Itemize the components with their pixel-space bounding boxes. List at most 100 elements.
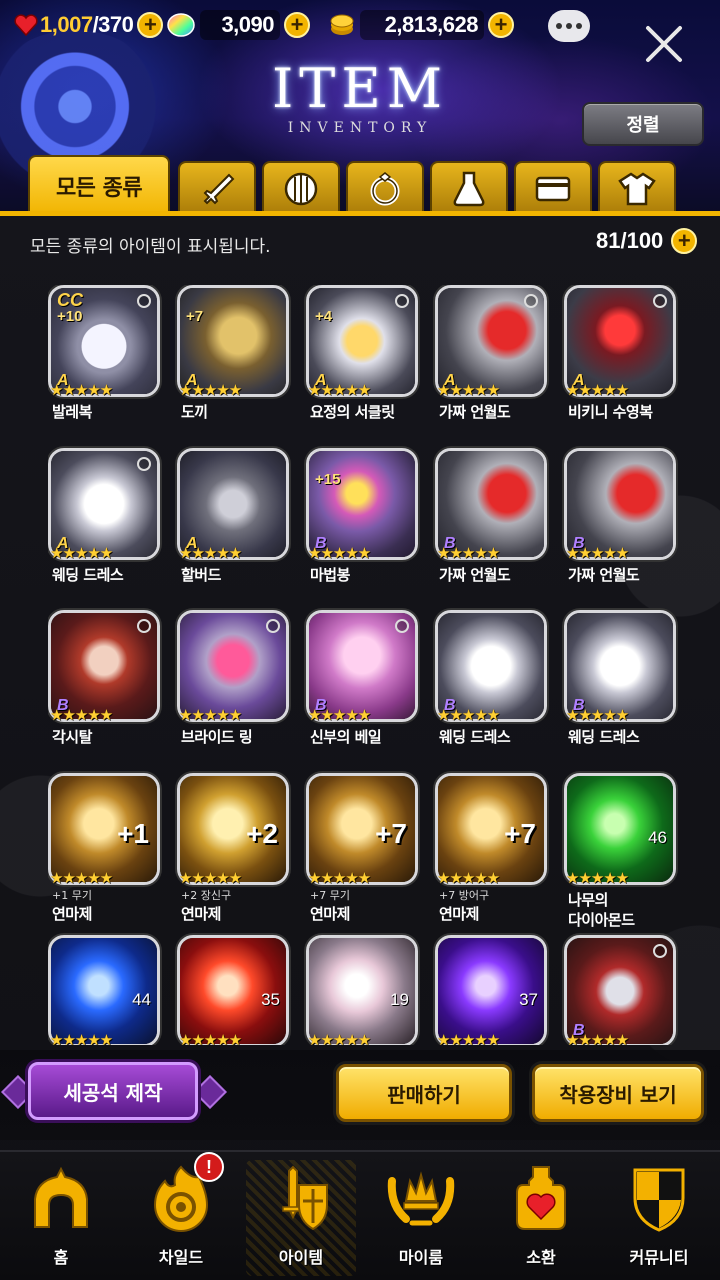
- item-star-rating: ★★★★★: [437, 869, 500, 887]
- item-star-rating: ★★★★★: [308, 381, 371, 399]
- inventory-item[interactable]: B ★★★★★ 신부의 베일: [306, 610, 418, 768]
- item-subtitle: +7 무기: [310, 889, 350, 902]
- chat-button[interactable]: [548, 10, 590, 42]
- item-enhance-level: +4: [315, 308, 333, 325]
- nav-summon[interactable]: 소환: [486, 1160, 596, 1276]
- tab-costume[interactable]: [598, 161, 676, 215]
- inventory-item[interactable]: +7 A ★★★★★ 도끼: [177, 285, 289, 443]
- sell-button[interactable]: 판매하기: [336, 1064, 512, 1122]
- item-star-rating: ★★★★★: [566, 544, 629, 562]
- item-card[interactable]: 44: [48, 935, 160, 1045]
- myroom-icon: [386, 1160, 456, 1236]
- inventory-item[interactable]: +7 ★★★★★ +7 방어구 연마제: [435, 773, 547, 931]
- item-name-line2: 다이아몬드: [568, 911, 635, 929]
- gem-plus-button[interactable]: +: [284, 12, 310, 38]
- hp-plus-button[interactable]: +: [137, 12, 164, 38]
- inventory-item[interactable]: +7 ★★★★★ +7 무기 연마제: [306, 773, 418, 931]
- item-star-rating: ★★★★★: [437, 381, 500, 399]
- gold-stat: 2,813,628 +: [328, 8, 514, 42]
- nav-item-tab[interactable]: 아이템: [246, 1160, 356, 1276]
- tab-weapon[interactable]: [178, 161, 256, 215]
- item-star-rating: ★★★★★: [437, 706, 500, 724]
- nav-home[interactable]: 홈: [6, 1160, 116, 1276]
- item-card[interactable]: 37: [435, 935, 547, 1045]
- inventory-item[interactable]: 35 ★★★★★: [177, 935, 289, 1045]
- nav-summon-label: 소환: [526, 1248, 556, 1267]
- alert-badge: !: [194, 1152, 224, 1182]
- inventory-item[interactable]: A ★★★★★ 할버드: [177, 448, 289, 606]
- inventory-item[interactable]: B ★★★★★ 가짜 언월도: [564, 448, 676, 606]
- item-name: 마법봉: [310, 566, 350, 584]
- inventory-item[interactable]: B ★★★★★: [564, 935, 676, 1045]
- sort-button[interactable]: 정렬: [582, 102, 704, 146]
- tab-all[interactable]: 모든 종류: [28, 155, 170, 215]
- item-subtitle: +1 무기: [52, 889, 92, 902]
- item-name: 가짜 언월도: [439, 566, 511, 584]
- item-card[interactable]: B: [564, 935, 676, 1045]
- nav-community-label: 커뮤니티: [629, 1248, 689, 1267]
- inventory-count-value: 81/100: [596, 228, 664, 253]
- item-name: 웨딩 드레스: [439, 728, 511, 746]
- inventory-item[interactable]: +15 B ★★★★★ 마법봉: [306, 448, 418, 606]
- item-quantity: 46: [648, 828, 667, 847]
- inventory-item[interactable]: A ★★★★★ 가짜 언월도: [435, 285, 547, 443]
- item-enhance-level: +2: [246, 818, 278, 849]
- rainbow-gem-icon: [166, 12, 196, 38]
- item-star-rating: ★★★★★: [179, 869, 242, 887]
- inventory-item[interactable]: 46 ★★★★★ 나무의 다이아몬드: [564, 773, 676, 931]
- inventory-item[interactable]: B ★★★★★ 웨딩 드레스: [435, 610, 547, 768]
- item-name: 브라이드 링: [181, 728, 253, 746]
- nav-child-label: 차일드: [158, 1248, 204, 1267]
- item-star-rating: ★★★★★: [50, 869, 113, 887]
- chat-dot: [566, 23, 572, 29]
- item-quantity: 44: [132, 990, 151, 1009]
- nav-item-label: 아이템: [278, 1248, 324, 1267]
- inventory-item[interactable]: B ★★★★★ 각시탈: [48, 610, 160, 768]
- tab-armor[interactable]: [262, 161, 340, 215]
- inventory-item[interactable]: CC +10 A ★★★★★ 발레복: [48, 285, 160, 443]
- view-equipped-button[interactable]: 착용장비 보기: [532, 1064, 704, 1122]
- item-card[interactable]: 35: [177, 935, 289, 1045]
- expand-inventory-button[interactable]: +: [671, 228, 698, 254]
- nav-home-label: 홈: [53, 1248, 69, 1267]
- flask-icon: [453, 171, 485, 207]
- nav-myroom[interactable]: 마이룸: [366, 1160, 476, 1276]
- inventory-item[interactable]: +4 A ★★★★★ 요정의 서클릿: [306, 285, 418, 443]
- inventory-item[interactable]: +2 ★★★★★ +2 장신구 연마제: [177, 773, 289, 931]
- item-name: 웨딩 드레스: [52, 566, 124, 584]
- item-star-rating: ★★★★★: [308, 706, 371, 724]
- inventory-item[interactable]: +1 ★★★★★ +1 무기 연마제: [48, 773, 160, 931]
- item-name: 비키니 수영복: [568, 403, 653, 421]
- inventory-item[interactable]: 44 ★★★★★: [48, 935, 160, 1045]
- tab-consumable[interactable]: [430, 161, 508, 215]
- gold-plus-button[interactable]: +: [488, 12, 514, 38]
- item-star-rating: ★★★★★: [179, 544, 242, 562]
- craft-gem-button[interactable]: 세공석 제작: [28, 1062, 198, 1120]
- page-subtitle: INVENTORY: [287, 120, 433, 136]
- item-name: 연마제: [181, 905, 221, 923]
- inventory-item[interactable]: ★★★★★ 브라이드 링: [177, 610, 289, 768]
- item-quantity: 35: [261, 990, 280, 1009]
- close-button[interactable]: [644, 24, 684, 64]
- item-card[interactable]: 19: [306, 935, 418, 1045]
- inventory-item[interactable]: B ★★★★★ 가짜 언월도: [435, 448, 547, 606]
- item-name: 연마제: [310, 905, 350, 923]
- item-star-rating: ★★★★★: [308, 1031, 371, 1045]
- item-name: 각시탈: [52, 728, 92, 746]
- item-star-rating: ★★★★★: [179, 381, 242, 399]
- ring-icon: [370, 172, 400, 206]
- tab-card[interactable]: [514, 161, 592, 215]
- item-subtitle: +7 방어구: [439, 889, 490, 902]
- item-name: 가짜 언월도: [568, 566, 640, 584]
- inventory-item[interactable]: A ★★★★★ 웨딩 드레스: [48, 448, 160, 606]
- shield-icon: [284, 172, 318, 206]
- inventory-item[interactable]: 19 ★★★★★: [306, 935, 418, 1045]
- tab-accessory[interactable]: [346, 161, 424, 215]
- nav-community[interactable]: 커뮤니티: [604, 1160, 714, 1276]
- item-grid: CC +10 A ★★★★★ 발레복 +7 A ★★★★★ 도끼 +4 A ★★★★★ 요정의 서클릿 A…: [48, 285, 688, 1045]
- inventory-item[interactable]: 37 ★★★★★: [435, 935, 547, 1045]
- inventory-item[interactable]: B ★★★★★ 웨딩 드레스: [564, 610, 676, 768]
- item-type-icon: [137, 294, 151, 308]
- item-enhance-level: +1: [117, 818, 149, 849]
- inventory-item[interactable]: A ★★★★★ 비키니 수영복: [564, 285, 676, 443]
